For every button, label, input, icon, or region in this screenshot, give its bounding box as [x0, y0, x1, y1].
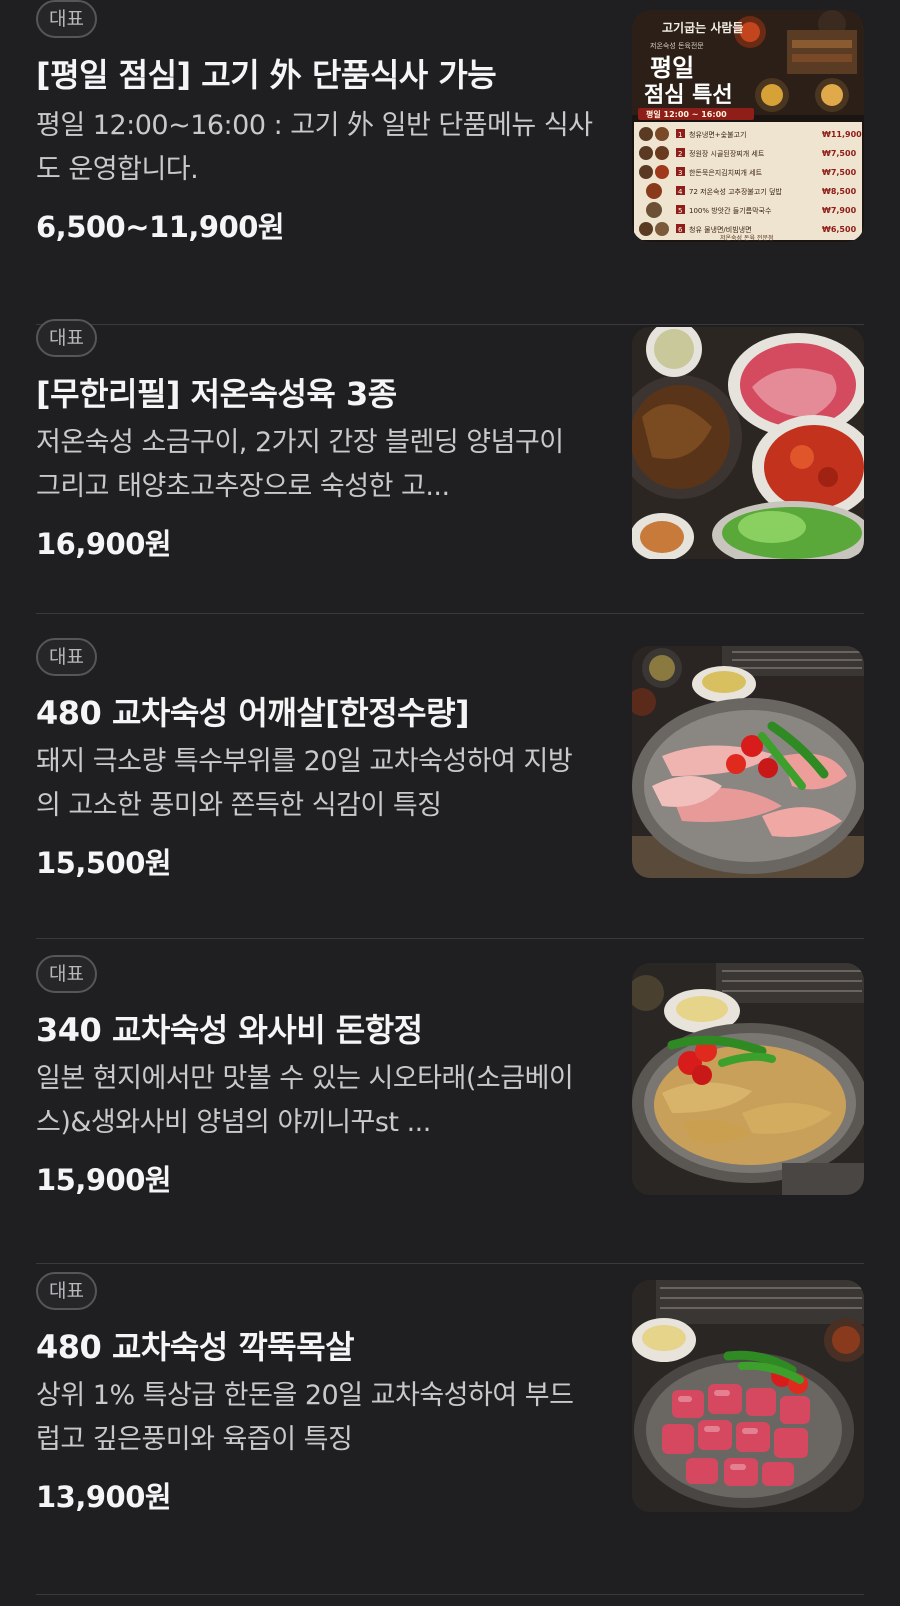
menu-item-image[interactable] [632, 963, 864, 1195]
menu-item-description: 일본 현지에서만 맛볼 수 있는 시오타래(소금베이스)&생와사비 양념의 야끼… [36, 1063, 574, 1138]
signature-badge: 대표 [36, 0, 97, 38]
poster-footer-text: 저온숙성 돈육 전문점 [720, 234, 774, 242]
menu-item-image[interactable] [632, 327, 864, 559]
menu-item-price: 15,900원 [36, 1163, 172, 1197]
poster-subtitle-text: 저온숙성 돈육전문 [650, 41, 704, 50]
signature-badge: 대표 [36, 955, 97, 993]
menu-item-description: 상위 1% 특상급 한돈을 20일 교차숙성하여 부드럽고 깊은풍미와 육즙이 … [36, 1380, 574, 1455]
poster-menu-name: 청유냉면+숯불고기 [689, 130, 746, 139]
signature-badge: 대표 [36, 1272, 97, 1310]
menu-item-price: 16,900원 [36, 527, 172, 561]
menu-item[interactable]: 대표 480 교차숙성 깍뚝목살 상위 1% 특상급 한돈을 20일 교차숙성하… [36, 1264, 864, 1595]
svg-text:5: 5 [678, 207, 682, 215]
item-divider [36, 1594, 864, 1595]
menu-item-price: 15,500원 [36, 846, 172, 880]
poster-menu-price: ₩7,500 [822, 168, 857, 177]
poster-menu-name: 100% 방앗간 들기름막국수 [689, 206, 772, 215]
menu-item-description: 평일 12:00~16:00 : 고기 外 일반 단품메뉴 식사도 운영합니다. [36, 110, 593, 185]
svg-text:4: 4 [678, 188, 683, 196]
poster-menu-name: 한돈묵은지김치찌개 세트 [689, 168, 763, 177]
menu-item-title: 480 교차숙성 어깨살[한정수량] [36, 694, 470, 732]
menu-item-title: [무한리필] 저온숙성육 3종 [36, 375, 397, 413]
menu-item-title: [평일 점심] 고기 外 단품식사 가능 [36, 56, 497, 94]
menu-item-image[interactable]: 고기굽는 사람들 저온숙성 돈육전문 평일 점심 특선 평일 12:00 ~ 1… [632, 10, 864, 242]
menu-item-price: 6,500~11,900원 [36, 210, 285, 244]
svg-text:6: 6 [678, 226, 683, 234]
menu-item-price: 13,900원 [36, 1480, 172, 1514]
poster-menu-name: 청유 물냉면/비빔냉면 [689, 225, 752, 234]
poster-menu-price: ₩7,500 [822, 149, 857, 158]
menu-item[interactable]: 대표 [무한리필] 저온숙성육 3종 저온숙성 소금구이, 2가지 간장 블렌딩… [36, 289, 864, 614]
svg-text:3: 3 [678, 169, 682, 177]
poster-menu-price: ₩8,500 [822, 187, 857, 196]
svg-text:2: 2 [678, 150, 682, 158]
signature-badge: 대표 [36, 638, 97, 676]
poster-hours-text: 평일 12:00 ~ 16:00 [646, 109, 727, 119]
menu-item[interactable]: 대표 340 교차숙성 와사비 돈항정 일본 현지에서만 맛볼 수 있는 시오타… [36, 939, 864, 1264]
signature-badge: 대표 [36, 319, 97, 357]
poster-headline-2: 점심 특선 [644, 82, 733, 108]
menu-item-image[interactable] [632, 1280, 864, 1512]
menu-item[interactable]: 대표 [평일 점심] 고기 外 단품식사 가능 평일 12:00~16:00 :… [36, 0, 864, 325]
poster-brand-text: 고기굽는 사람들 [662, 20, 743, 35]
poster-menu-price: ₩7,900 [822, 206, 857, 215]
menu-item-title: 340 교차숙성 와사비 돈항정 [36, 1011, 423, 1049]
poster-menu-name: 72 저온숙성 고추장불고기 덮밥 [689, 187, 782, 196]
menu-item-image[interactable] [632, 646, 864, 878]
menu-item-title: 480 교차숙성 깍뚝목살 [36, 1328, 355, 1366]
poster-menu-price: ₩11,900 [822, 130, 862, 139]
menu-item-description: 돼지 극소량 특수부위를 20일 교차숙성하여 지방의 고소한 풍미와 쫀득한 … [36, 746, 573, 821]
menu-item[interactable]: 대표 480 교차숙성 어깨살[한정수량] 돼지 극소량 특수부위를 20일 교… [36, 614, 864, 939]
menu-item-description: 저온숙성 소금구이, 2가지 간장 블렌딩 양념구이 그리고 태양초고추장으로 … [36, 427, 564, 502]
poster-headline-1: 평일 [650, 53, 694, 82]
svg-text:1: 1 [678, 131, 682, 139]
poster-menu-name: 정원장 시골된장찌개 세트 [689, 149, 765, 158]
poster-menu-price: ₩6,500 [822, 225, 857, 234]
